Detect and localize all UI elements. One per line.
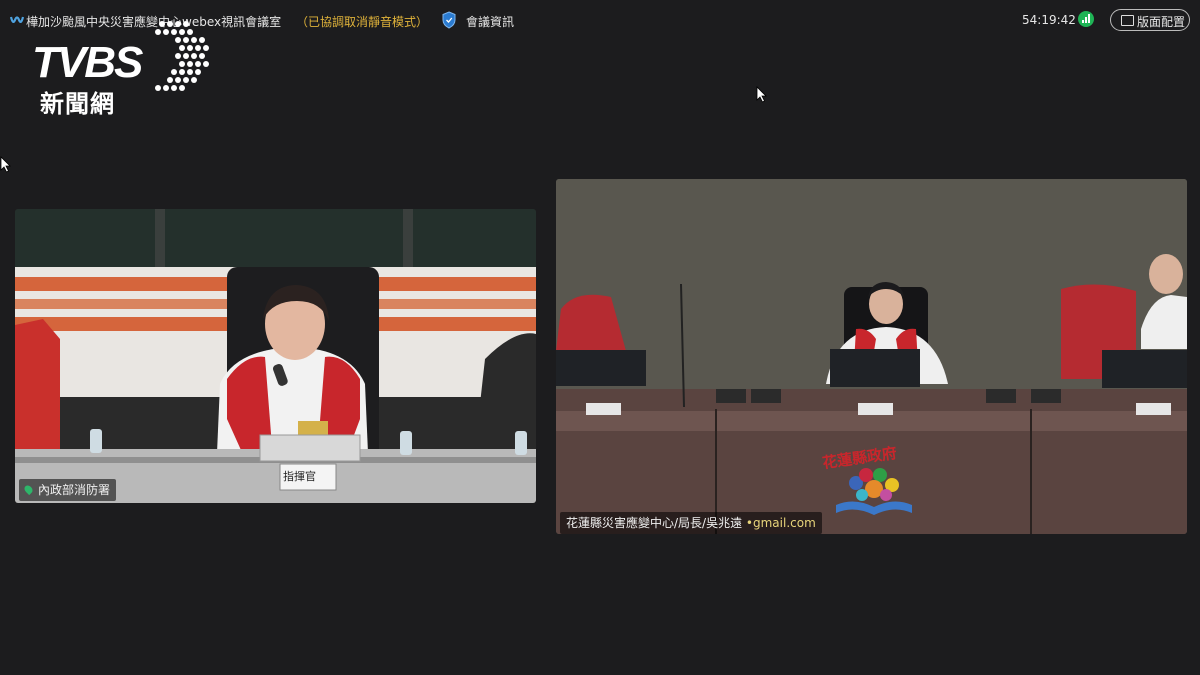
participant-email: •gmail.com xyxy=(745,516,816,530)
participant-name-tag: 花蓮縣災害應變中心/局長/吳兆遠 •gmail.com xyxy=(560,512,822,534)
video-tile-hualien[interactable]: 花蓮縣政府 花蓮縣災害應變中心/局長/吳兆遠 •gmail.com xyxy=(556,179,1187,534)
video-tile-fire-agency[interactable]: 指揮官 內政部消防署 xyxy=(15,209,536,503)
layout-button-label: 版面配置 xyxy=(1137,15,1186,29)
shield-icon[interactable] xyxy=(442,11,456,29)
video-feed-fire-agency xyxy=(15,209,536,503)
connection-signal-icon[interactable] xyxy=(1078,11,1094,27)
mouse-cursor-icon xyxy=(756,86,767,103)
layout-button[interactable]: 版面配置 xyxy=(1110,9,1190,31)
mouse-cursor-icon xyxy=(0,156,11,173)
webex-logo-icon xyxy=(10,16,24,24)
placard-text: 指揮官 xyxy=(283,470,316,483)
tvbs-logo-subtitle: 新聞網 xyxy=(40,90,115,118)
video-feed-hualien xyxy=(556,179,1187,534)
tvbs-dot-pattern xyxy=(155,21,209,91)
participant-name: 內政部消防署 xyxy=(38,483,111,497)
mute-status-text: （已協調取消靜音模式） xyxy=(296,15,429,29)
layout-icon xyxy=(1121,15,1134,26)
meeting-timer: 54:19:42 xyxy=(1022,13,1076,27)
tvbs-logo-text: TVBS xyxy=(32,38,143,87)
participant-name: 花蓮縣災害應變中心/局長/吳兆遠 xyxy=(566,516,746,530)
tvbs-logo: TVBS 新聞網 xyxy=(30,18,210,118)
location-pin-icon xyxy=(22,483,35,496)
participant-name-tag: 內政部消防署 xyxy=(19,479,117,501)
meeting-info-link[interactable]: 會議資訊 xyxy=(466,13,514,30)
